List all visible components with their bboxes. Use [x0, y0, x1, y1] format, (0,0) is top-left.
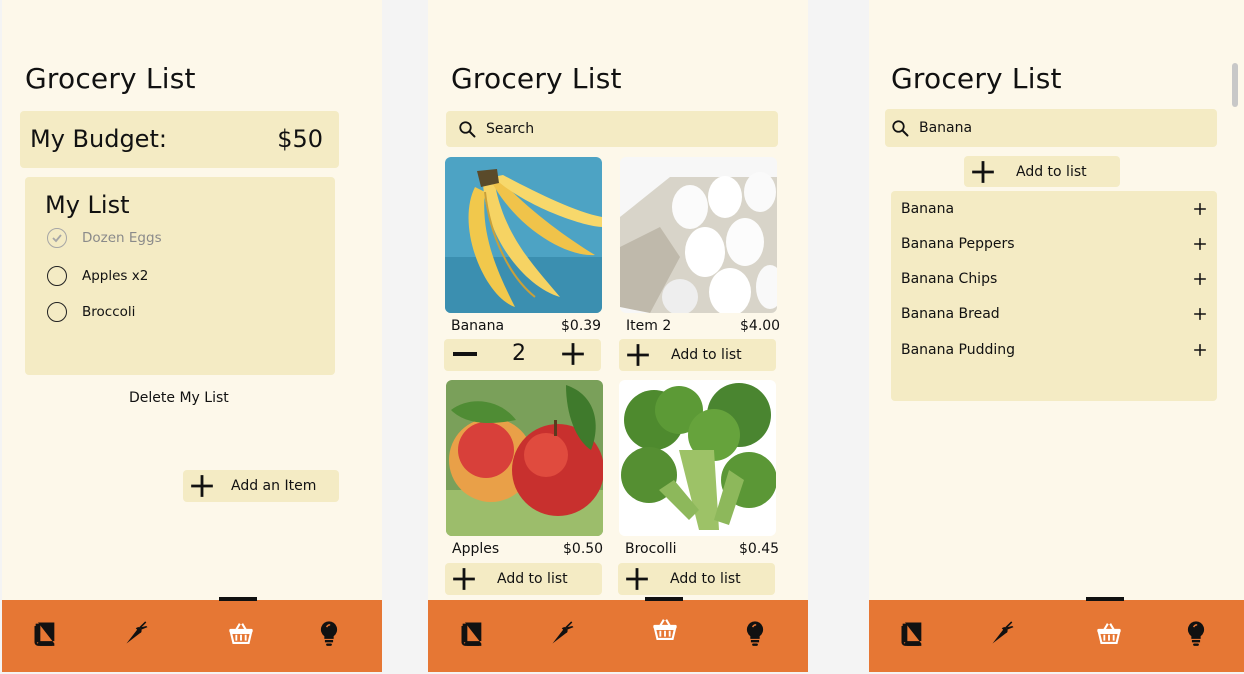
list-item[interactable]: Banana Pudding — [901, 338, 1207, 362]
broccoli-image[interactable] — [619, 380, 776, 536]
list-item[interactable]: Apples x2 — [47, 264, 148, 288]
list-item-label: Apples x2 — [82, 268, 149, 284]
product-name: Banana — [451, 318, 505, 334]
delete-list-button[interactable]: Delete My List — [129, 390, 229, 406]
lightbulb-icon[interactable] — [741, 618, 769, 648]
budget-card[interactable]: My Budget: $50 — [20, 111, 339, 168]
plus-icon[interactable] — [1193, 202, 1207, 216]
my-list-screen: Grocery List My Budget: $50 My List Doze… — [2, 0, 382, 672]
product-name: Apples — [452, 541, 500, 557]
add-to-list-button[interactable]: Add to list — [445, 563, 602, 595]
lightbulb-icon[interactable] — [1182, 618, 1210, 648]
book-icon[interactable] — [31, 618, 59, 648]
active-tab-indicator — [645, 597, 683, 601]
list-item[interactable]: Banana Bread — [901, 302, 1207, 326]
basket-icon[interactable] — [651, 614, 679, 644]
search-icon — [891, 119, 909, 137]
plus-icon — [625, 342, 651, 368]
basket-icon[interactable] — [227, 618, 255, 648]
page-title: Grocery List — [891, 62, 1062, 95]
list-item[interactable]: Broccoli — [47, 300, 135, 324]
bottom-nav — [869, 597, 1244, 672]
search-bar[interactable]: Banana — [885, 109, 1217, 147]
quantity-stepper: 2 — [444, 339, 601, 371]
list-item-label: Broccoli — [82, 304, 136, 320]
add-item-button[interactable]: Add an Item — [183, 470, 339, 502]
minus-icon[interactable] — [453, 352, 477, 356]
product-price: $4.00 — [740, 318, 781, 334]
scrollbar[interactable] — [1232, 63, 1238, 107]
search-results-screen: Grocery List Banana Add to list Banana B… — [869, 0, 1244, 672]
my-list-card: My List Dozen Eggs Apples x2 Broccoli — [25, 177, 335, 375]
active-tab-indicator — [1086, 597, 1124, 601]
unchecked-circle-icon[interactable] — [47, 266, 67, 286]
bottom-nav — [428, 597, 808, 672]
page-title: Grocery List — [25, 62, 196, 95]
budget-label: My Budget: — [30, 125, 167, 153]
result-label: Banana — [901, 201, 955, 217]
plus-icon[interactable] — [1193, 307, 1207, 321]
search-bar[interactable]: Search — [446, 111, 778, 147]
quantity-value: 2 — [512, 341, 526, 366]
plus-icon — [189, 473, 215, 499]
list-item[interactable]: Banana Peppers — [901, 232, 1207, 256]
search-icon — [458, 120, 476, 138]
result-label: Banana Pudding — [901, 342, 1016, 358]
book-icon[interactable] — [458, 618, 486, 648]
add-to-list-label: Add to list — [671, 347, 742, 363]
checked-circle-icon[interactable] — [47, 228, 67, 248]
plus-icon — [970, 159, 996, 185]
add-to-list-label: Add to list — [1016, 163, 1087, 180]
bottom-nav — [2, 597, 382, 672]
result-label: Banana Chips — [901, 271, 998, 287]
list-item[interactable]: Banana Chips — [901, 267, 1207, 291]
product-price: $0.45 — [739, 541, 780, 557]
add-to-list-button[interactable]: Add to list — [618, 563, 775, 595]
basket-icon[interactable] — [1095, 618, 1123, 648]
carrot-icon[interactable] — [549, 618, 577, 648]
list-item[interactable]: Banana — [901, 197, 1207, 221]
search-results-list: Banana Banana Peppers Banana Chips Banan… — [891, 191, 1217, 401]
eggs-image[interactable] — [620, 157, 777, 313]
plus-icon[interactable] — [1193, 237, 1207, 251]
product-name: Item 2 — [626, 318, 672, 334]
search-input[interactable]: Search — [486, 121, 534, 137]
result-label: Banana Peppers — [901, 236, 1015, 252]
carrot-icon[interactable] — [989, 618, 1017, 648]
result-label: Banana Bread — [901, 306, 1000, 322]
add-to-list-label: Add to list — [670, 571, 741, 587]
add-item-label: Add an Item — [231, 478, 317, 494]
product-price: $0.39 — [561, 318, 602, 334]
unchecked-circle-icon[interactable] — [47, 302, 67, 322]
book-icon[interactable] — [898, 618, 926, 648]
plus-icon[interactable] — [560, 341, 586, 367]
apples-image[interactable] — [446, 380, 603, 536]
lightbulb-icon[interactable] — [315, 618, 343, 648]
product-name: Brocolli — [625, 541, 677, 557]
add-to-list-button[interactable]: Add to list — [619, 339, 776, 371]
plus-icon[interactable] — [1193, 343, 1207, 357]
add-to-list-button[interactable]: Add to list — [964, 156, 1120, 187]
budget-value: $50 — [277, 125, 323, 153]
list-item-label: Dozen Eggs — [82, 230, 162, 246]
carrot-icon[interactable] — [123, 618, 151, 648]
active-tab-indicator — [219, 597, 257, 601]
banana-image[interactable] — [445, 157, 602, 313]
list-item[interactable]: Dozen Eggs — [47, 226, 162, 250]
add-to-list-label: Add to list — [497, 571, 568, 587]
plus-icon — [451, 566, 477, 592]
product-price: $0.50 — [563, 541, 604, 557]
plus-icon[interactable] — [1193, 272, 1207, 286]
search-input[interactable]: Banana — [919, 120, 972, 136]
page-title: Grocery List — [451, 62, 622, 95]
browse-screen: Grocery List Search Banana $0.39 2 Item … — [428, 0, 808, 672]
plus-icon — [624, 566, 650, 592]
my-list-title: My List — [45, 191, 130, 219]
